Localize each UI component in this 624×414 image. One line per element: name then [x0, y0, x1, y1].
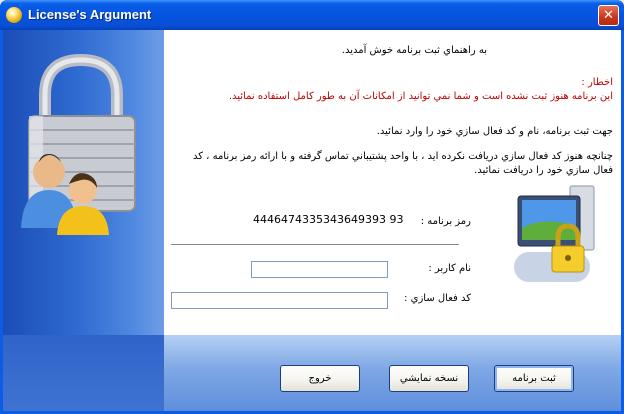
license-dialog-window: License's Argument ✕ به راهنماي ثبت برنا…	[0, 0, 624, 414]
divider-line	[171, 244, 459, 245]
exit-button[interactable]: خروج	[280, 365, 360, 392]
welcome-text: به راهنماي ثبت برنامه خوش آمديد.	[341, 45, 487, 56]
register-button[interactable]: ثبت برنامه	[494, 365, 574, 392]
activation-code-field[interactable]	[171, 292, 388, 309]
window-title: License's Argument	[28, 7, 152, 22]
bottom-band-left	[3, 335, 164, 411]
computer-lock-icon	[514, 185, 595, 282]
demo-button[interactable]: نسخه نمايشي	[389, 365, 469, 392]
warning-title: اخطار :	[581, 77, 613, 88]
padlock-with-users-icon	[21, 53, 136, 235]
program-code-value: 4446474335343649393 93	[253, 213, 404, 226]
app-icon	[6, 7, 22, 23]
username-label: نام کاربر :	[428, 263, 471, 274]
close-icon: ✕	[603, 8, 614, 23]
dialog-client-area: به راهنماي ثبت برنامه خوش آمديد. اخطار :…	[3, 30, 621, 411]
title-bar[interactable]: License's Argument ✕	[0, 0, 624, 30]
warning-body: اين برنامه هنوز ثبت نشده است و شما نمي ت…	[228, 91, 613, 102]
contact-note: چنانچه هنوز کد فعال سازي دريافت نکرده اي…	[192, 151, 613, 176]
instruction-text: جهت ثبت برنامه، نام و کد فعال سازي خود ر…	[376, 126, 613, 137]
close-button[interactable]: ✕	[598, 5, 619, 26]
username-field[interactable]	[251, 261, 388, 278]
activation-code-label: کد فعال سازي :	[404, 293, 471, 304]
program-code-label: رمز برنامه :	[420, 216, 471, 227]
